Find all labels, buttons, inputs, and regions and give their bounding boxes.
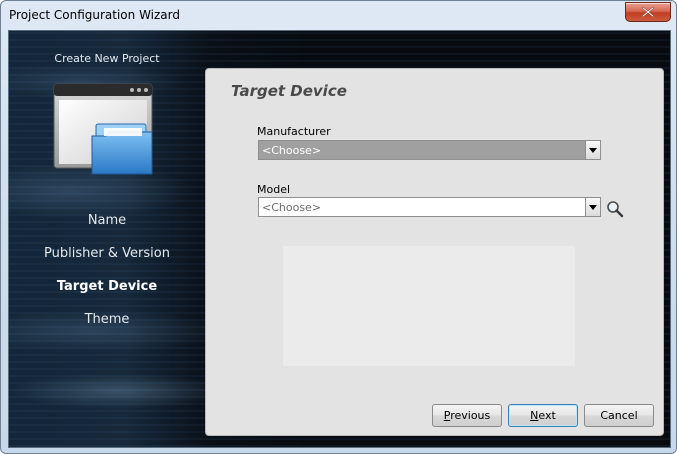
cancel-button[interactable]: Cancel [584,404,654,427]
close-icon [642,7,654,17]
model-label: Model [257,183,291,196]
search-icon [607,201,624,218]
sidebar-header: Create New Project [54,52,160,65]
chevron-down-icon [589,148,597,153]
model-dropdown-button[interactable] [585,198,600,216]
window-title: Project Configuration Wizard [9,8,180,22]
content-panel: Target Device Manufacturer <Choose> Mode… [205,68,664,436]
next-button[interactable]: Next [508,404,578,427]
manufacturer-value: <Choose> [262,144,322,157]
manufacturer-dropdown-button[interactable] [585,141,600,159]
sidebar-item-theme[interactable]: Theme [9,312,205,327]
title-bar[interactable]: Project Configuration Wizard [1,1,676,31]
sidebar-item-publisher-version[interactable]: Publisher & Version [9,246,205,261]
chevron-down-icon [589,205,597,210]
device-preview-area [283,246,575,366]
sidebar-item-name[interactable]: Name [9,213,205,228]
model-select[interactable]: <Choose> [258,197,601,217]
manufacturer-label: Manufacturer [257,125,331,138]
wizard-client-area: Create New Project Name Publisher & Vers… [8,30,671,448]
manufacturer-select[interactable]: <Choose> [258,140,601,160]
model-value: <Choose> [262,201,322,214]
model-search-button[interactable] [605,199,625,219]
wizard-window: Project Configuration Wizard Create New … [0,0,677,454]
project-folder-icon [53,83,153,175]
sidebar-item-target-device[interactable]: Target Device [9,279,205,294]
close-button[interactable] [625,2,671,22]
page-title: Target Device [231,82,347,100]
previous-button[interactable]: Previous [432,404,502,427]
